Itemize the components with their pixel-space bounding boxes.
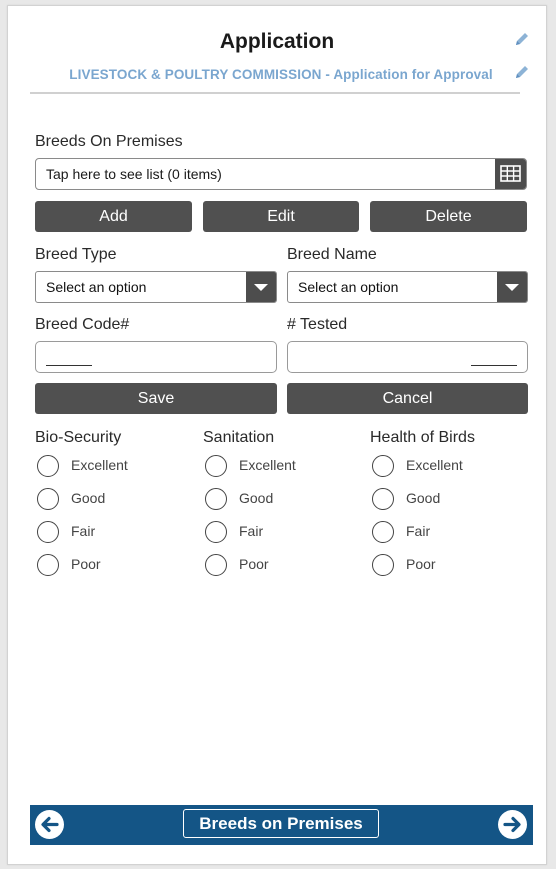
radio-button[interactable] (205, 521, 227, 543)
breed-type-select[interactable]: Select an option (35, 271, 277, 303)
cancel-button[interactable]: Cancel (287, 383, 528, 414)
field-underline (471, 365, 517, 366)
radio-button[interactable] (37, 488, 59, 510)
radio-button[interactable] (372, 521, 394, 543)
radio-button[interactable] (205, 488, 227, 510)
breed-name-value: Select an option (298, 279, 399, 295)
radio-label: Good (406, 490, 441, 506)
page-title: Application (219, 30, 335, 53)
radio-label: Good (239, 490, 274, 506)
breed-code-field[interactable] (35, 341, 277, 373)
radio-label: Fair (239, 523, 264, 539)
radio-button[interactable] (205, 455, 227, 477)
sanitation-label: Sanitation (203, 429, 275, 446)
radio-button[interactable] (205, 554, 227, 576)
radio-label: Fair (406, 523, 431, 539)
health-of-birds-label: Health of Birds (370, 429, 475, 446)
radio-label: Excellent (71, 457, 128, 473)
radio-label: Excellent (239, 457, 296, 473)
breeds-list-field[interactable]: Tap here to see list (0 items) (35, 158, 527, 190)
tested-label: # Tested (287, 316, 348, 333)
footer-title: Breeds on Premises (183, 809, 379, 838)
add-button[interactable]: Add (35, 201, 192, 232)
radio-label: Fair (71, 523, 96, 539)
field-underline (46, 365, 92, 366)
radio-label: Good (71, 490, 106, 506)
pencil-icon[interactable] (514, 64, 530, 80)
radio-button[interactable] (372, 455, 394, 477)
breed-type-value: Select an option (46, 279, 147, 295)
tested-field[interactable] (287, 341, 528, 373)
grid-icon[interactable] (495, 159, 526, 189)
arrow-right-icon[interactable] (497, 809, 528, 840)
radio-button[interactable] (37, 554, 59, 576)
radio-label: Poor (71, 556, 101, 572)
header-divider (30, 92, 520, 94)
chevron-down-icon[interactable] (246, 272, 276, 302)
breeds-list-value: Tap here to see list (0 items) (46, 166, 222, 182)
app-frame: Application LIVESTOCK & POULTRY COMMISSI… (7, 5, 547, 865)
bio-security-label: Bio-Security (35, 429, 122, 446)
radio-label: Poor (406, 556, 436, 572)
breed-name-label: Breed Name (287, 246, 377, 263)
save-button[interactable]: Save (35, 383, 277, 414)
radio-label: Excellent (406, 457, 463, 473)
radio-button[interactable] (372, 488, 394, 510)
radio-button[interactable] (372, 554, 394, 576)
breeds-list-label: Breeds On Premises (35, 133, 183, 150)
delete-button[interactable]: Delete (370, 201, 527, 232)
breed-name-select[interactable]: Select an option (287, 271, 528, 303)
pencil-icon[interactable] (514, 31, 530, 47)
page-subtitle: LIVESTOCK & POULTRY COMMISSION - Applica… (69, 67, 493, 82)
radio-button[interactable] (37, 455, 59, 477)
chevron-down-icon[interactable] (497, 272, 527, 302)
arrow-left-icon[interactable] (34, 809, 65, 840)
radio-label: Poor (239, 556, 269, 572)
radio-button[interactable] (37, 521, 59, 543)
breed-code-label: Breed Code# (35, 316, 130, 333)
edit-button[interactable]: Edit (203, 201, 359, 232)
footer-nav: Breeds on Premises (30, 805, 533, 845)
breed-type-label: Breed Type (35, 246, 117, 263)
